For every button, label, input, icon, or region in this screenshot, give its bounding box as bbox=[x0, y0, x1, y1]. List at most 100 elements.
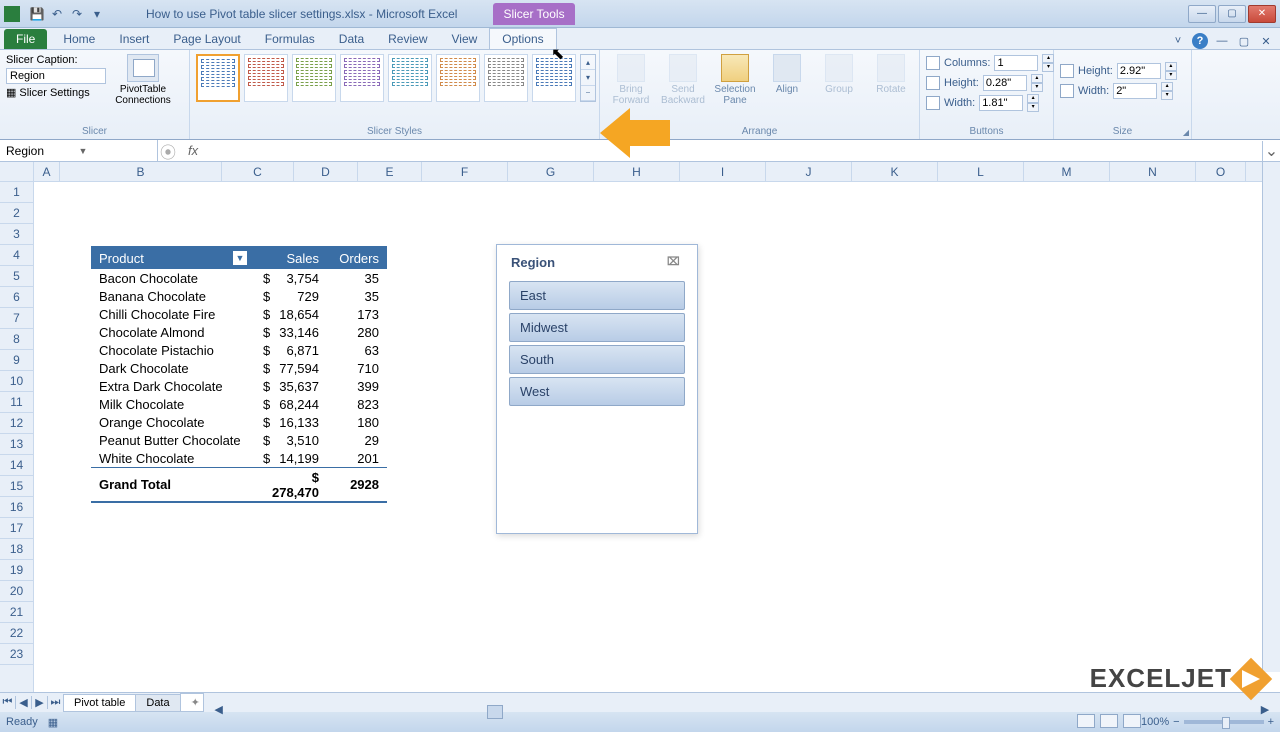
formula-bar-expand[interactable]: ⌄ bbox=[1262, 141, 1280, 161]
help-icon[interactable]: ? bbox=[1192, 33, 1208, 49]
row-header[interactable]: 18 bbox=[0, 539, 33, 560]
zoom-slider[interactable] bbox=[1184, 720, 1264, 724]
view-page-layout[interactable] bbox=[1100, 714, 1118, 728]
btn-width-input[interactable] bbox=[979, 95, 1023, 111]
slicer-item[interactable]: Midwest bbox=[509, 313, 685, 342]
row-header[interactable]: 16 bbox=[0, 497, 33, 518]
row-header[interactable]: 12 bbox=[0, 413, 33, 434]
size-height-input[interactable] bbox=[1117, 63, 1161, 79]
slicer-style-swatch[interactable] bbox=[244, 54, 288, 102]
column-header[interactable]: L bbox=[938, 162, 1024, 181]
minimize-ribbon-icon[interactable]: ˅ bbox=[1170, 33, 1186, 49]
slicer-style-swatch[interactable] bbox=[436, 54, 480, 102]
slicer-style-swatch[interactable] bbox=[340, 54, 384, 102]
row-header[interactable]: 1 bbox=[0, 182, 33, 203]
pivot-header-sales[interactable]: Sales bbox=[255, 248, 327, 269]
pivot-header-orders[interactable]: Orders bbox=[327, 248, 387, 269]
size-height-spinner[interactable]: ▴▾ bbox=[1165, 62, 1177, 80]
clear-filter-icon[interactable]: ⌧ bbox=[667, 255, 683, 269]
workbook-minimize-icon[interactable]: — bbox=[1214, 33, 1230, 49]
qat-dropdown-icon[interactable]: ▾ bbox=[88, 5, 106, 23]
column-header[interactable]: O bbox=[1196, 162, 1246, 181]
size-width-spinner[interactable]: ▴▾ bbox=[1161, 82, 1173, 100]
row-header[interactable]: 8 bbox=[0, 329, 33, 350]
row-header[interactable]: 13 bbox=[0, 434, 33, 455]
column-header[interactable]: J bbox=[766, 162, 852, 181]
btn-height-spinner[interactable]: ▴▾ bbox=[1031, 74, 1043, 92]
column-header[interactable]: N bbox=[1110, 162, 1196, 181]
row-header[interactable]: 21 bbox=[0, 602, 33, 623]
pivottable-connections-button[interactable]: PivotTable Connections bbox=[110, 54, 176, 106]
row-header[interactable]: 9 bbox=[0, 350, 33, 371]
column-header[interactable]: C bbox=[222, 162, 294, 181]
row-header[interactable]: 17 bbox=[0, 518, 33, 539]
slicer-item[interactable]: West bbox=[509, 377, 685, 406]
name-box[interactable]: Region▼ bbox=[0, 140, 158, 161]
tab-formulas[interactable]: Formulas bbox=[253, 29, 327, 49]
column-header[interactable]: I bbox=[680, 162, 766, 181]
slicer-style-swatch[interactable] bbox=[388, 54, 432, 102]
zoom-in[interactable]: + bbox=[1268, 716, 1274, 728]
column-header[interactable]: K bbox=[852, 162, 938, 181]
column-header[interactable]: B bbox=[60, 162, 222, 181]
slicer-style-swatch[interactable] bbox=[196, 54, 240, 102]
maximize-button[interactable]: ▢ bbox=[1218, 5, 1246, 23]
slicer-style-swatch[interactable] bbox=[484, 54, 528, 102]
row-header[interactable]: 11 bbox=[0, 392, 33, 413]
select-all-corner[interactable] bbox=[0, 162, 34, 181]
view-normal[interactable] bbox=[1077, 714, 1095, 728]
worksheet-area[interactable]: 1234567891011121314151617181920212223 Pr… bbox=[0, 182, 1280, 692]
row-header[interactable]: 5 bbox=[0, 266, 33, 287]
row-header[interactable]: 22 bbox=[0, 623, 33, 644]
workbook-close-icon[interactable]: ✕ bbox=[1258, 33, 1274, 49]
slicer-style-swatch[interactable] bbox=[292, 54, 336, 102]
undo-icon[interactable]: ↶ bbox=[48, 5, 66, 23]
slicer-item[interactable]: East bbox=[509, 281, 685, 310]
size-width-input[interactable] bbox=[1113, 83, 1157, 99]
tab-options[interactable]: Options bbox=[489, 28, 556, 49]
slicer-caption-input[interactable] bbox=[6, 68, 106, 84]
btn-width-spinner[interactable]: ▴▾ bbox=[1027, 94, 1039, 112]
tab-review[interactable]: Review bbox=[376, 29, 439, 49]
column-header[interactable]: F bbox=[422, 162, 508, 181]
macro-record-icon[interactable]: ▦ bbox=[48, 716, 58, 729]
btn-height-input[interactable] bbox=[983, 75, 1027, 91]
row-header[interactable]: 14 bbox=[0, 455, 33, 476]
column-header[interactable]: D bbox=[294, 162, 358, 181]
save-icon[interactable]: 💾 bbox=[28, 5, 46, 23]
columns-input[interactable] bbox=[994, 55, 1038, 71]
row-header[interactable]: 15 bbox=[0, 476, 33, 497]
column-header[interactable]: G bbox=[508, 162, 594, 181]
row-header[interactable]: 3 bbox=[0, 224, 33, 245]
row-header[interactable]: 23 bbox=[0, 644, 33, 665]
row-header[interactable]: 6 bbox=[0, 287, 33, 308]
columns-spinner[interactable]: ▴▾ bbox=[1042, 54, 1054, 72]
tab-data[interactable]: Data bbox=[327, 29, 376, 49]
grid[interactable]: Product▼ Sales Orders Bacon Chocolate3,7… bbox=[34, 182, 1280, 692]
row-header[interactable]: 7 bbox=[0, 308, 33, 329]
column-header[interactable]: M bbox=[1024, 162, 1110, 181]
tab-home[interactable]: Home bbox=[51, 29, 107, 49]
view-page-break[interactable] bbox=[1123, 714, 1141, 728]
column-header[interactable]: E bbox=[358, 162, 422, 181]
styles-more-button[interactable]: ▴▾⎯ bbox=[580, 54, 596, 102]
tab-file[interactable]: File bbox=[4, 29, 47, 49]
sheet-nav-last[interactable]: ⏭ bbox=[48, 696, 64, 709]
sheet-nav-first[interactable]: ⏮ bbox=[0, 696, 16, 709]
pivot-header-product[interactable]: Product▼ bbox=[91, 248, 255, 269]
tab-page-layout[interactable]: Page Layout bbox=[161, 29, 252, 49]
zoom-out[interactable]: − bbox=[1173, 716, 1179, 728]
slicer-settings-button[interactable]: Slicer Settings bbox=[19, 87, 89, 99]
align-button[interactable]: Align bbox=[762, 54, 812, 106]
filter-dropdown-icon[interactable]: ▼ bbox=[233, 251, 247, 265]
tab-insert[interactable]: Insert bbox=[107, 29, 161, 49]
sheet-tab-pivot[interactable]: Pivot table bbox=[63, 694, 136, 712]
slicer-item[interactable]: South bbox=[509, 345, 685, 374]
tab-view[interactable]: View bbox=[440, 29, 490, 49]
row-header[interactable]: 19 bbox=[0, 560, 33, 581]
close-button[interactable]: ✕ bbox=[1248, 5, 1276, 23]
selection-pane-button[interactable]: Selection Pane bbox=[710, 54, 760, 106]
minimize-button[interactable]: — bbox=[1188, 5, 1216, 23]
row-header[interactable]: 4 bbox=[0, 245, 33, 266]
slicer-style-swatch[interactable] bbox=[532, 54, 576, 102]
